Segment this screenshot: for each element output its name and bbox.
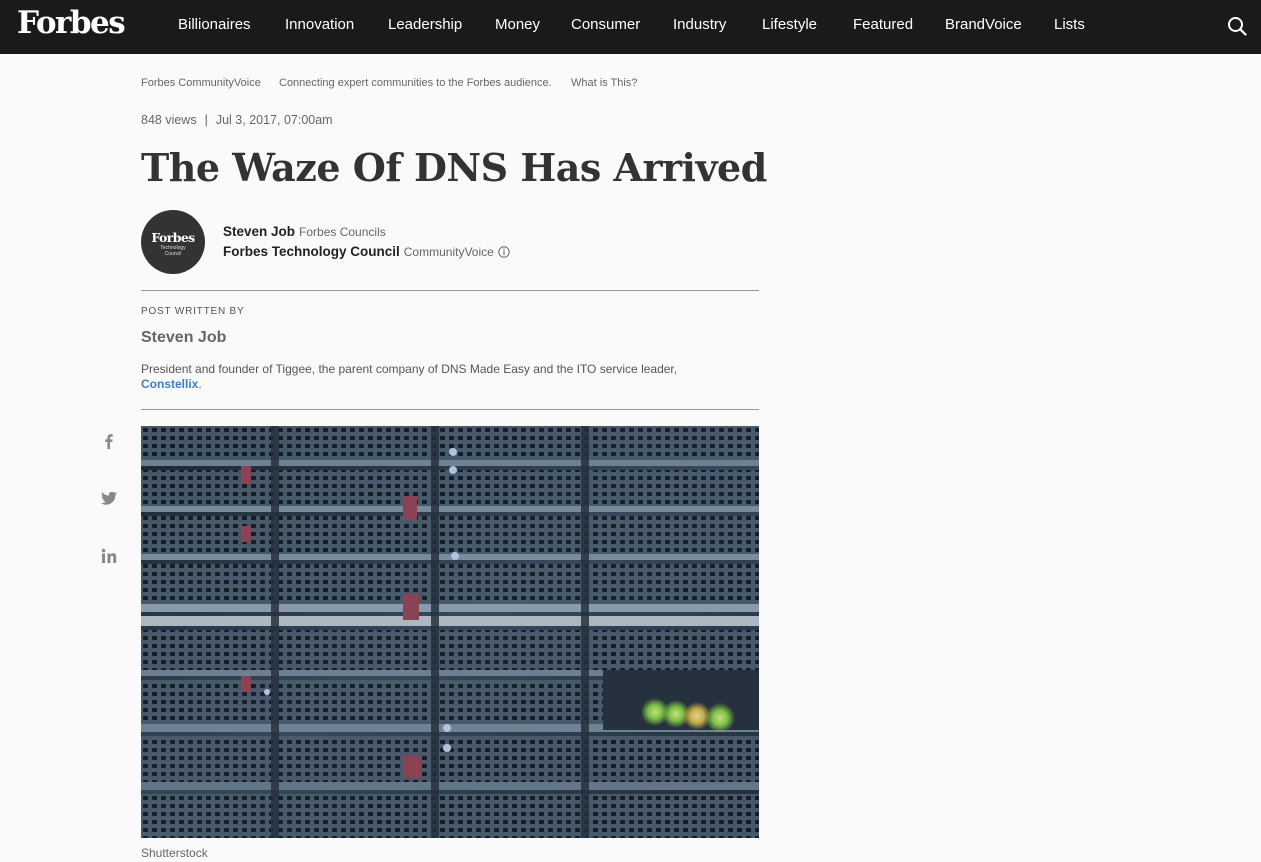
council-tag: CommunityVoice [403,245,494,259]
avatar[interactable]: Forbes Technology Council [141,210,205,274]
nav-item-industry[interactable]: Industry [673,16,726,33]
bio-description: President and founder of Tiggee, the par… [141,362,678,376]
linkedin-icon[interactable] [99,546,119,566]
council-name[interactable]: Forbes Technology Council [223,244,400,259]
bio-author-name: Steven Job [141,329,227,346]
author-tag: Forbes Councils [299,225,386,239]
nav-item-innovation[interactable]: Innovation [285,16,354,33]
author-line: Steven Job Forbes Councils [223,223,386,241]
view-count: 848 views [141,113,197,127]
divider-top [141,290,759,291]
breadcrumb-tagline: Connecting expert communities to the For… [279,77,552,89]
forbes-logo[interactable]: Forbes [17,5,126,41]
publish-date: Jul 3, 2017, 07:00am [215,113,333,127]
avatar-logo: Forbes [151,230,195,245]
nav-item-lifestyle[interactable]: Lifestyle [762,16,817,33]
server-rack-illustration [141,426,759,838]
breadcrumb-section[interactable]: Forbes CommunityVoice [141,77,261,89]
author-name[interactable]: Steven Job [223,224,295,239]
article-meta: 848 views | Jul 3, 2017, 07:00am [141,113,333,127]
article-title: The Waze Of DNS Has Arrived [141,145,767,190]
image-caption: Shutterstock [141,846,208,860]
nav-item-lists[interactable]: Lists [1054,16,1085,33]
facebook-icon[interactable] [99,431,119,451]
bio-end: . [198,377,202,391]
bio-text: President and founder of Tiggee, the par… [141,362,761,392]
divider-bottom [141,409,759,410]
nav-item-billionaires[interactable]: Billionaires [178,16,251,33]
top-nav-bar: Forbes Billionaires Innovation Leadershi… [0,0,1261,54]
council-line: Forbes Technology Council CommunityVoice [223,243,510,261]
nav-item-money[interactable]: Money [495,16,540,33]
nav-item-leadership[interactable]: Leadership [388,16,462,33]
avatar-subtitle-2: Council [164,251,182,257]
constellix-link[interactable]: Constellix [141,377,198,391]
info-icon[interactable] [498,246,510,258]
twitter-icon[interactable] [99,488,119,508]
nav-item-featured[interactable]: Featured [853,16,913,33]
meta-separator: | [204,113,208,127]
nav-item-consumer[interactable]: Consumer [571,16,640,33]
nav-item-brandvoice[interactable]: BrandVoice [945,16,1022,33]
search-icon[interactable] [1227,16,1247,36]
what-is-this-link[interactable]: What is This? [571,77,637,89]
post-written-by-label: POST WRITTEN BY [141,306,245,317]
article-hero-image [141,426,759,838]
